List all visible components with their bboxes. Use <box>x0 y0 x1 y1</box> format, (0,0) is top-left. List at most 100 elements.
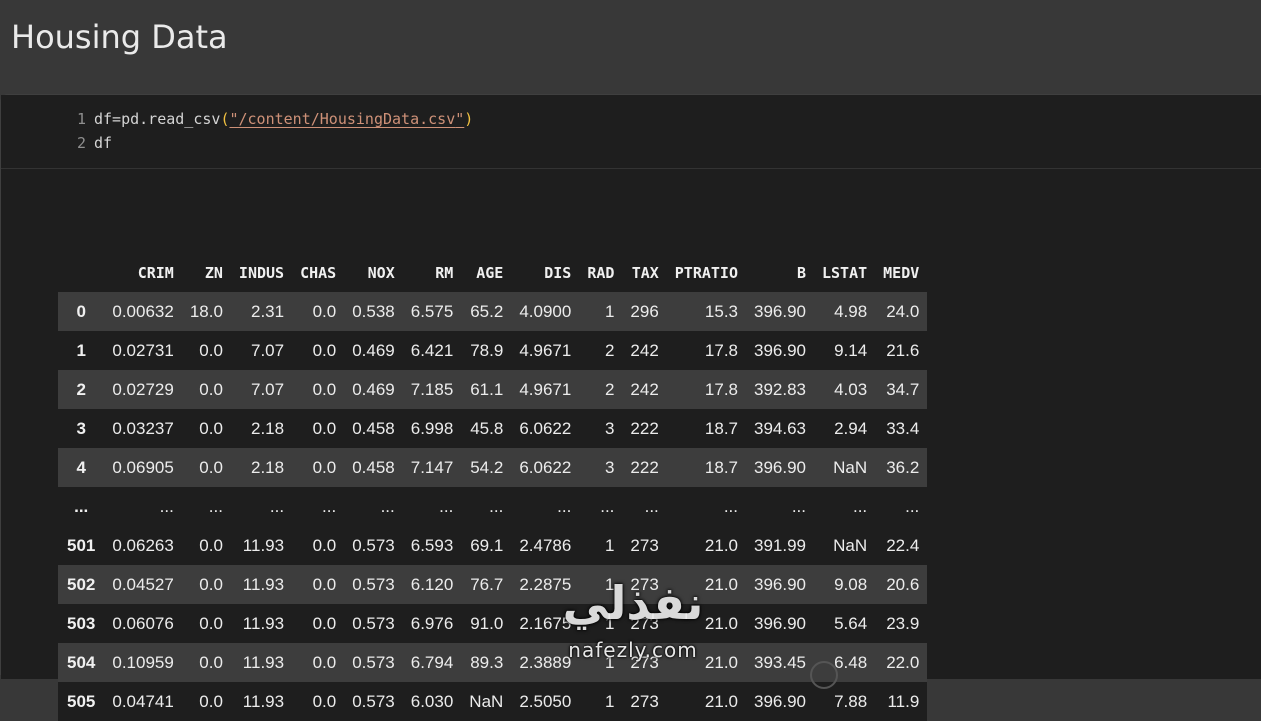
table-cell: ... <box>723 496 738 516</box>
table-cell: 36.2 <box>886 457 920 477</box>
code-line-1[interactable]: 1 df=pd.read_csv("/content/HousingData.cs… <box>1 108 473 130</box>
scroll-indicator[interactable] <box>810 661 838 689</box>
table-cell: 18.0 <box>189 301 223 321</box>
table-cell: 296 <box>630 301 659 321</box>
table-cell: NaN <box>833 457 868 477</box>
code-editor[interactable]: 1 df=pd.read_csv("/content/HousingData.cs… <box>1 95 1261 169</box>
table-cell: 0.573 <box>352 691 395 711</box>
code-token: df=pd.read_csv <box>94 110 221 128</box>
code-line-2[interactable]: 2 df <box>1 132 112 154</box>
row-index: 502 <box>67 574 96 594</box>
table-cell: 1 <box>604 691 615 711</box>
table-cell: 396.90 <box>754 340 806 360</box>
table-cell: 0.06076 <box>112 613 174 633</box>
row-index: 504 <box>67 652 96 672</box>
column-header: CHAS <box>300 264 337 282</box>
table-cell: 4.0900 <box>519 301 572 321</box>
table-cell: 2.5050 <box>519 691 572 711</box>
table-cell: 6.0622 <box>519 457 572 477</box>
watermark-logo: نفذلي nafezly.com <box>548 574 718 666</box>
table-cell: 1 <box>604 535 615 555</box>
table-cell: ... <box>380 496 395 516</box>
table-cell: 392.83 <box>754 379 806 399</box>
line-number: 2 <box>76 134 86 152</box>
table-cell: 0.0 <box>312 535 337 555</box>
column-header: LSTAT <box>822 264 868 282</box>
table-cell: 222 <box>630 457 659 477</box>
table-cell: 6.794 <box>410 652 454 672</box>
table-cell: 2.94 <box>834 418 868 438</box>
table-cell: 9.14 <box>834 340 868 360</box>
table-cell: 0.0 <box>312 574 337 594</box>
table-cell: 0.0 <box>199 340 223 360</box>
table-cell: 0.0 <box>199 691 223 711</box>
table-cell: 2 <box>604 340 615 360</box>
table-cell: 17.8 <box>704 379 738 399</box>
table-cell: 0.0 <box>312 301 337 321</box>
table-cell: 0.02731 <box>112 340 174 360</box>
row-index: 1 <box>76 340 86 360</box>
column-header: DIS <box>544 264 572 282</box>
table-cell: 20.6 <box>886 574 920 594</box>
table-cell: 0.0 <box>199 652 223 672</box>
table-cell: ... <box>557 496 572 516</box>
table-cell: 0.573 <box>352 652 395 672</box>
table-cell: 7.07 <box>250 340 285 360</box>
table-cell: NaN <box>469 691 504 711</box>
table-cell: 396.90 <box>754 574 806 594</box>
table-cell: 24.0 <box>886 301 920 321</box>
table-cell: 21.0 <box>704 691 738 711</box>
page-title: Housing Data <box>11 18 228 56</box>
column-header: MEDV <box>883 264 920 282</box>
dataframe-table: CRIM ZN INDUS CHAS NOX RM AGE DIS RAD TAX PTRATIO B… <box>58 254 928 721</box>
table-cell: 393.45 <box>754 652 806 672</box>
table-cell: 0.0 <box>312 652 337 672</box>
table-cell: 242 <box>630 379 659 399</box>
row-index: 2 <box>76 379 86 399</box>
table-cell: 0.458 <box>352 418 395 438</box>
table-cell: 0.04527 <box>112 574 174 594</box>
table-cell: 15.3 <box>704 301 738 321</box>
table-cell: NaN <box>833 535 868 555</box>
table-cell: ... <box>791 496 806 516</box>
table-cell: 396.90 <box>754 301 806 321</box>
table-cell: 0.04741 <box>112 691 174 711</box>
table-row: 4 0.06905 0.0 2.18 0.0 0.458 7.147 54.2 6.0622 3 2… <box>58 448 928 487</box>
table-cell: 69.1 <box>470 535 504 555</box>
row-index: 501 <box>67 535 96 555</box>
table-cell: 11.93 <box>242 691 285 711</box>
table-cell: 0.06263 <box>112 535 174 555</box>
column-header: RM <box>435 264 454 282</box>
row-index: ... <box>74 496 89 516</box>
table-cell: 6.976 <box>410 613 454 633</box>
table-cell: ... <box>489 496 504 516</box>
code-paren: ) <box>464 110 474 128</box>
column-header: INDUS <box>238 264 285 282</box>
table-cell: ... <box>269 496 285 516</box>
table-cell: 61.1 <box>470 379 504 399</box>
table-cell: 2.4786 <box>519 535 572 555</box>
table-header-row: CRIM ZN INDUS CHAS NOX RM AGE DIS RAD TAX PTRATIO B… <box>58 254 927 292</box>
column-header: B <box>796 264 806 282</box>
table-cell: 78.9 <box>470 340 504 360</box>
table-cell: ... <box>644 496 659 516</box>
table-cell: ... <box>439 496 454 516</box>
table-cell: 396.90 <box>754 691 806 711</box>
table-cell: 6.0622 <box>519 418 572 438</box>
table-cell: 394.63 <box>754 418 806 438</box>
column-header: AGE <box>476 264 504 282</box>
table-cell: 2.18 <box>250 457 285 477</box>
table-cell: 0.0 <box>199 574 223 594</box>
table-cell: 4.9671 <box>519 340 572 360</box>
table-cell: 6.998 <box>410 418 454 438</box>
row-index: 505 <box>67 691 96 711</box>
table-cell: 22.4 <box>886 535 920 555</box>
table-cell: ... <box>852 496 868 516</box>
line-number: 1 <box>76 110 86 128</box>
table-cell: 9.08 <box>834 574 868 594</box>
row-index: 0 <box>76 301 86 321</box>
table-cell: 0.0 <box>312 418 337 438</box>
table-cell: 0.573 <box>352 574 395 594</box>
table-cell: 65.2 <box>470 301 504 321</box>
table-cell: 0.469 <box>352 379 395 399</box>
